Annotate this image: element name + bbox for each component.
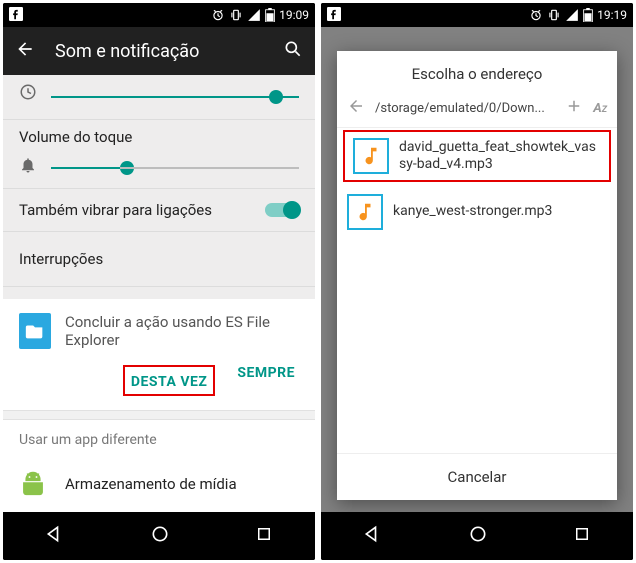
path-row: /storage/emulated/0/Down... AZ [337,93,617,128]
nav-back-icon[interactable] [363,524,383,548]
sort-icon[interactable]: AZ [593,101,607,116]
new-folder-icon[interactable] [565,97,583,119]
search-icon[interactable] [283,39,303,63]
phone-right: 19:19 Escolha o endereço /storage/emulat… [321,3,633,560]
status-time: 19:09 [279,8,309,22]
resolver-sheet: Concluir a ação usando ES File Explorer … [3,299,315,512]
page-title: Som e notificação [55,41,263,62]
vibrate-icon [229,8,243,22]
path-text[interactable]: /storage/emulated/0/Down... [375,101,555,116]
app-bar: Som e notificação [3,27,315,75]
facebook-icon [327,7,341,21]
nav-back-icon[interactable] [45,524,65,548]
music-file-icon [347,194,383,230]
alt-apps-header: Usar um app diferente [3,420,315,460]
file-list: david_guetta_feat_showtek_vassy-bad_v4.m… [337,128,617,453]
file-row[interactable]: david_guetta_feat_showtek_vassy-bad_v4.m… [343,130,611,182]
path-back-icon[interactable] [347,97,365,119]
bell-icon [19,156,37,174]
vibrate-toggle[interactable] [265,203,299,217]
android-icon [19,470,47,498]
status-bar: 19:09 [3,3,315,27]
status-bar: 19:19 [321,3,633,27]
nav-recent-icon[interactable] [255,525,273,547]
alarm-icon [529,8,543,22]
file-picker-dialog: Escolha o endereço /storage/emulated/0/D… [337,51,617,500]
nav-recent-icon[interactable] [573,525,591,547]
always-button[interactable]: SEMPRE [237,365,295,396]
vibrate-icon [547,8,561,22]
battery-icon [583,8,593,22]
interruptions-label: Interrupções [19,250,103,268]
ring-volume-label: Volume do toque [19,128,299,146]
status-time: 19:19 [597,8,627,22]
alt-app-label: Armazenamento de mídia [65,475,237,493]
highlight-desta-vez: DESTA VEZ [123,365,215,396]
alarm-icon [211,8,225,22]
vibrate-row[interactable]: Também vibrar para ligações [3,189,315,232]
interruptions-row[interactable]: Interrupções [3,232,315,287]
facebook-icon [9,7,23,21]
battery-icon [265,8,275,22]
dimmed-background: Escolha o endereço /storage/emulated/0/D… [321,27,633,512]
signal-icon [247,8,261,22]
ring-volume-row[interactable]: Volume do toque [3,120,315,189]
once-button[interactable]: DESTA VEZ [131,374,207,390]
clock-icon [19,83,37,105]
signal-icon [565,8,579,22]
nav-bar [3,512,315,560]
resolver-title: Concluir a ação usando ES File Explorer [65,313,299,349]
file-name: david_guetta_feat_showtek_vassy-bad_v4.m… [399,139,601,174]
nav-home-icon[interactable] [468,524,488,548]
cancel-button[interactable]: Cancelar [337,453,617,500]
nav-bar [321,512,633,560]
es-file-explorer-icon [19,313,51,349]
dialog-title: Escolha o endereço [337,51,617,93]
music-file-icon [353,138,389,174]
vibrate-label: Também vibrar para ligações [19,201,265,219]
nav-home-icon[interactable] [150,524,170,548]
phone-left: 19:09 Som e notificação Volume do toque … [3,3,315,560]
back-icon[interactable] [15,39,35,63]
media-volume-row[interactable] [3,75,315,120]
file-row[interactable]: kanye_west-stronger.mp3 [337,186,617,238]
alt-app-row[interactable]: Armazenamento de mídia [3,460,315,512]
file-name: kanye_west-stronger.mp3 [393,203,552,221]
